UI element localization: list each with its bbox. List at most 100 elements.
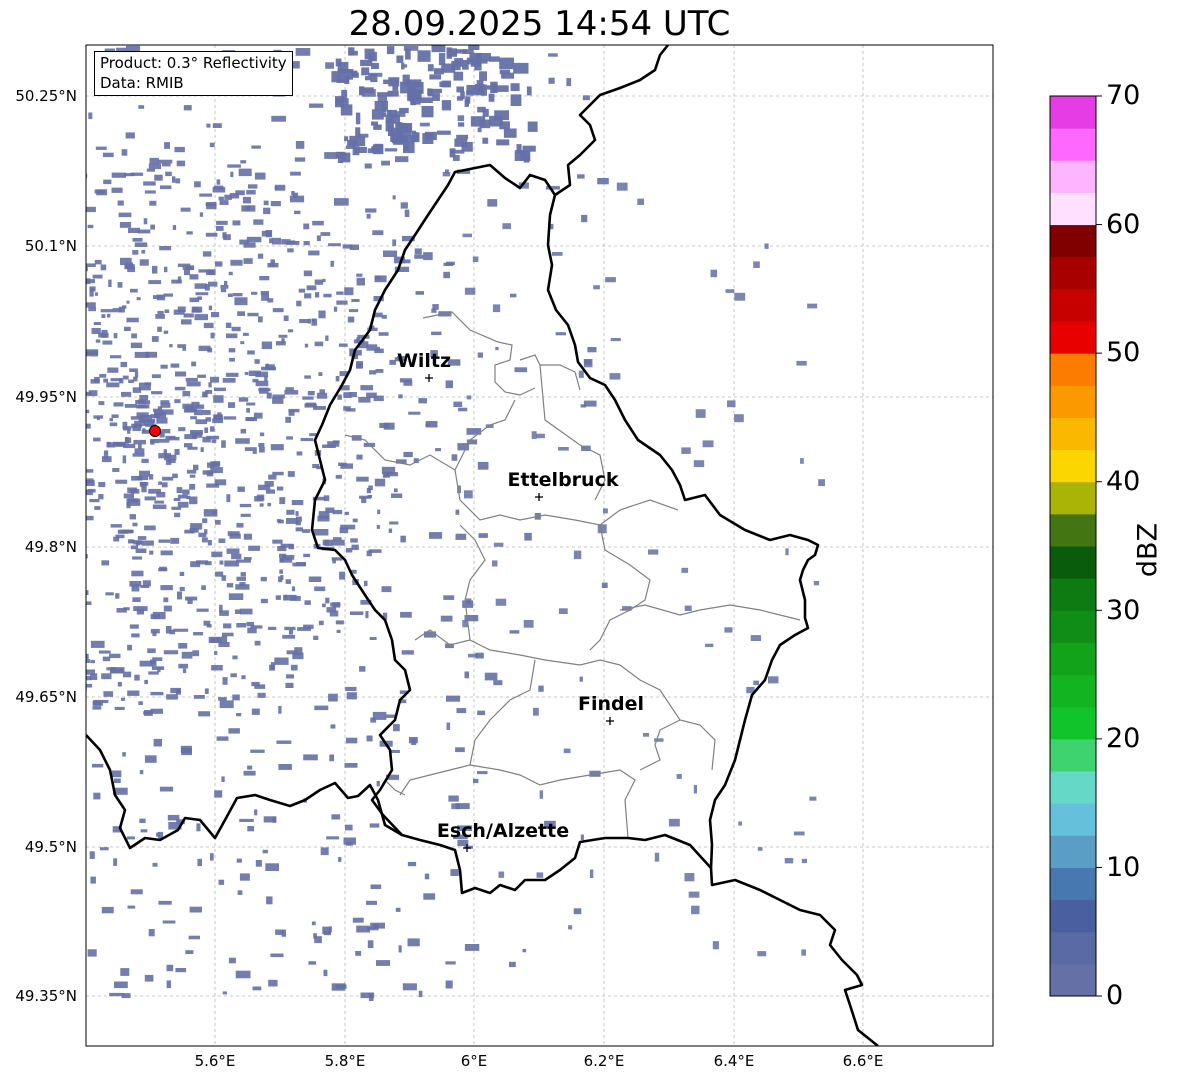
echo-cell: [34, 406, 38, 410]
echo-cell: [589, 869, 594, 878]
echo-cell: [74, 310, 85, 315]
echo-cell: [801, 858, 807, 864]
echo-cell: [573, 550, 582, 560]
echo-cell: [169, 629, 176, 635]
echo-cell: [131, 633, 140, 638]
echo-cell: [141, 429, 150, 434]
echo-cell: [391, 493, 403, 498]
echo-cell: [263, 200, 269, 206]
echo-cell: [339, 343, 348, 347]
echo-cell: [144, 525, 156, 531]
echo-cell: [329, 610, 339, 617]
echo-cell: [419, 122, 430, 127]
colorbar-tick-60: 60: [1106, 209, 1141, 240]
echo-cell: [117, 282, 123, 288]
echo-cell: [213, 395, 224, 403]
echo-cell: [385, 714, 396, 718]
echo-cell: [150, 659, 156, 664]
echo-cell: [593, 285, 600, 290]
echo-cell: [202, 251, 212, 257]
echo-cell: [204, 529, 208, 535]
echo-cell: [462, 620, 468, 628]
echo-cell: [472, 256, 479, 262]
echo-cell: [144, 190, 156, 194]
echo-cell: [456, 49, 467, 54]
echo-cell: [123, 493, 135, 499]
echo-cell: [365, 611, 369, 619]
echo-cell: [54, 443, 57, 447]
colorbar-tick-10: 10: [1106, 852, 1141, 883]
echo-cell: [64, 323, 70, 327]
echo-cell: [712, 941, 719, 950]
echo-cell: [274, 657, 289, 665]
echo-cell: [243, 258, 253, 264]
echo-cell: [360, 385, 374, 391]
colorbar-segment: [1050, 160, 1096, 193]
echo-cell: [179, 586, 185, 592]
echo-cell: [69, 671, 74, 676]
echo-cell: [134, 420, 146, 426]
echo-cell: [456, 134, 469, 140]
echo-cell: [176, 487, 183, 493]
echo-cell: [539, 790, 543, 799]
echo-cell: [377, 509, 381, 515]
echo-cell: [207, 540, 212, 546]
echo-cell: [725, 289, 735, 293]
lat-label-49-8: 49.8°N: [24, 538, 77, 556]
colorbar-tick-20: 20: [1106, 723, 1141, 754]
echo-cell: [603, 508, 608, 514]
echo-cell: [809, 796, 817, 801]
echo-cell: [343, 392, 352, 399]
echo-cell: [193, 695, 205, 699]
echo-cell: [173, 628, 189, 632]
echo-cell: [80, 426, 85, 432]
echo-cell: [360, 992, 375, 999]
echo-cell: [169, 344, 173, 348]
echo-cell: [818, 479, 825, 487]
echo-cell: [584, 359, 592, 365]
echo-cell: [94, 292, 98, 296]
echo-cell: [111, 770, 122, 778]
colorbar-segment: [1050, 738, 1096, 772]
echo-cell: [92, 274, 103, 279]
echo-cell: [479, 71, 487, 81]
echo-cell: [438, 53, 446, 66]
echo-cell: [283, 315, 289, 321]
echo-cell: [400, 611, 412, 618]
echo-cell: [208, 305, 213, 311]
echo-cell: [291, 586, 296, 592]
echo-cell: [383, 422, 395, 430]
echo-cell: [531, 431, 537, 439]
echo-cell: [513, 62, 529, 74]
echo-cell: [30, 479, 35, 483]
echo-cell: [206, 471, 214, 477]
echo-cell: [135, 548, 147, 553]
echo-cell: [66, 375, 75, 379]
colorbar-segment: [1050, 963, 1096, 997]
echo-cell: [192, 650, 200, 657]
echo-cell: [60, 421, 72, 424]
echo-cell: [138, 701, 143, 705]
echo-cell: [681, 447, 691, 454]
echo-cell: [121, 149, 128, 156]
echo-cell: [219, 560, 224, 565]
echo-cell: [610, 338, 621, 342]
echo-cell: [734, 414, 744, 423]
echo-cell: [404, 209, 410, 217]
echo-cell: [366, 213, 371, 219]
echo-cell: [455, 509, 460, 515]
echo-cell: [465, 598, 472, 604]
echo-cell: [240, 572, 246, 577]
echo-cell: [163, 330, 169, 334]
echo-cell: [127, 487, 137, 493]
echo-cell: [498, 871, 505, 878]
echo-cell: [121, 391, 132, 397]
echo-cell: [370, 922, 385, 929]
echo-cell: [200, 447, 204, 452]
echo-cell: [174, 386, 186, 391]
echo-cell: [345, 686, 357, 691]
echo-cell: [727, 400, 736, 408]
echo-cell: [29, 513, 36, 517]
echo-cell: [185, 950, 194, 954]
echo-cell: [130, 342, 143, 349]
